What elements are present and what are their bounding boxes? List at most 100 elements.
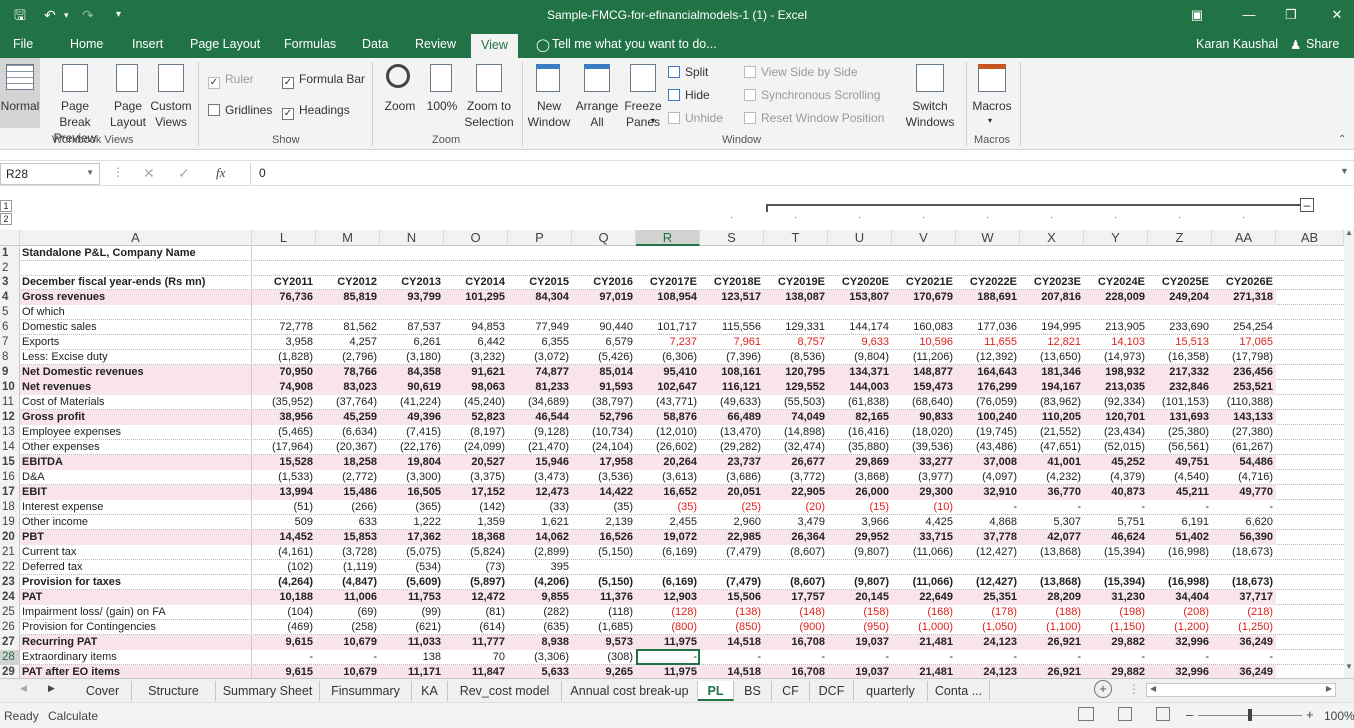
cell[interactable]: 254,254: [1212, 320, 1276, 335]
tab-insert[interactable]: Insert: [132, 37, 163, 51]
cell[interactable]: [700, 560, 764, 575]
cell[interactable]: 17,152: [444, 485, 508, 500]
cell[interactable]: (110,388): [1212, 395, 1276, 410]
cell[interactable]: 233,690: [1148, 320, 1212, 335]
row-label-cell[interactable]: Cost of Materials: [20, 395, 252, 410]
cell[interactable]: 102,647: [636, 380, 700, 395]
cell[interactable]: 32,910: [956, 485, 1020, 500]
cell[interactable]: (16,358): [1148, 350, 1212, 365]
cell[interactable]: 3,966: [828, 515, 892, 530]
cell[interactable]: (83,962): [1020, 395, 1084, 410]
cell[interactable]: 32,996: [1148, 635, 1212, 650]
cell[interactable]: 116,121: [700, 380, 764, 395]
cell[interactable]: 11,655: [956, 335, 1020, 350]
cell[interactable]: 45,252: [1084, 455, 1148, 470]
cell[interactable]: 20,145: [828, 590, 892, 605]
cell[interactable]: (38,797): [572, 395, 636, 410]
cell[interactable]: 5,751: [1084, 515, 1148, 530]
cell[interactable]: -: [252, 650, 316, 665]
cell[interactable]: 11,033: [380, 635, 444, 650]
cell[interactable]: 4,868: [956, 515, 1020, 530]
cell[interactable]: 83,023: [316, 380, 380, 395]
restore-icon[interactable]: ❐: [1276, 4, 1306, 26]
cell[interactable]: (35,952): [252, 395, 316, 410]
row-header[interactable]: 6: [0, 320, 20, 335]
enter-icon[interactable]: ✓: [178, 165, 190, 182]
cell[interactable]: 41,001: [1020, 455, 1084, 470]
cell[interactable]: (7,479): [700, 575, 764, 590]
cell[interactable]: 26,921: [1020, 635, 1084, 650]
headings-checkbox[interactable]: ✓ Headings: [282, 103, 350, 120]
cell[interactable]: (76,059): [956, 395, 1020, 410]
cell[interactable]: (41,224): [380, 395, 444, 410]
row-header[interactable]: 13: [0, 425, 20, 440]
cell[interactable]: 1,222: [380, 515, 444, 530]
cell[interactable]: [636, 560, 700, 575]
row-label-cell[interactable]: Other income: [20, 515, 252, 530]
prev-sheet-icon[interactable]: ◀: [20, 683, 27, 694]
cell[interactable]: (5,075): [380, 545, 444, 560]
tab-split-icon[interactable]: ⋮: [1128, 682, 1140, 696]
share-button[interactable]: Share: [1306, 37, 1339, 51]
cell[interactable]: 14,518: [700, 635, 764, 650]
cell[interactable]: (68,640): [892, 395, 956, 410]
cell[interactable]: (9,804): [828, 350, 892, 365]
cell[interactable]: 22,985: [700, 530, 764, 545]
cell[interactable]: (5,824): [444, 545, 508, 560]
cell[interactable]: 181,346: [1020, 365, 1084, 380]
cell[interactable]: 7,961: [700, 335, 764, 350]
cell[interactable]: (14,973): [1084, 350, 1148, 365]
sheet-tab[interactable]: PL: [698, 681, 734, 701]
cell[interactable]: 148,877: [892, 365, 956, 380]
column-header-L[interactable]: L: [252, 230, 316, 246]
column-header-V[interactable]: V: [892, 230, 956, 246]
cell[interactable]: (8,536): [764, 350, 828, 365]
cell[interactable]: 3,479: [764, 515, 828, 530]
cell[interactable]: (13,470): [700, 425, 764, 440]
cell[interactable]: 13,994: [252, 485, 316, 500]
cell[interactable]: 17,757: [764, 590, 828, 605]
cell[interactable]: CY2014: [444, 275, 508, 290]
cell[interactable]: 164,643: [956, 365, 1020, 380]
cell[interactable]: (6,169): [636, 545, 700, 560]
cell[interactable]: 49,751: [1148, 455, 1212, 470]
cell[interactable]: 2,455: [636, 515, 700, 530]
cell[interactable]: (4,206): [508, 575, 572, 590]
cell[interactable]: (24,099): [444, 440, 508, 455]
cell[interactable]: (19,745): [956, 425, 1020, 440]
cell[interactable]: 29,952: [828, 530, 892, 545]
cell[interactable]: 21,481: [892, 665, 956, 678]
cell[interactable]: (34,689): [508, 395, 572, 410]
cell[interactable]: 11,376: [572, 590, 636, 605]
sheet-tab[interactable]: KA: [412, 681, 448, 701]
cell[interactable]: (3,868): [828, 470, 892, 485]
cell[interactable]: (92,334): [1084, 395, 1148, 410]
cell[interactable]: (365): [380, 500, 444, 515]
cell[interactable]: (4,264): [252, 575, 316, 590]
row-label-cell[interactable]: Impairment loss/ (gain) on FA: [20, 605, 252, 620]
cell[interactable]: (27,380): [1212, 425, 1276, 440]
zoom-in-icon[interactable]: +: [1306, 707, 1314, 722]
cell[interactable]: 15,513: [1148, 335, 1212, 350]
cell[interactable]: CY2018E: [700, 275, 764, 290]
cell[interactable]: CY2026E: [1212, 275, 1276, 290]
row-label-cell[interactable]: [20, 261, 252, 276]
cell[interactable]: (99): [380, 605, 444, 620]
column-header-U[interactable]: U: [828, 230, 892, 246]
cell[interactable]: (258): [316, 620, 380, 635]
cell[interactable]: 85,819: [316, 290, 380, 305]
cell[interactable]: (29,282): [700, 440, 764, 455]
cell[interactable]: 33,715: [892, 530, 956, 545]
cell[interactable]: 56,390: [1212, 530, 1276, 545]
next-sheet-icon[interactable]: ▶: [48, 683, 55, 694]
cell[interactable]: 77,949: [508, 320, 572, 335]
tab-view[interactable]: View: [471, 34, 518, 58]
column-header-Z[interactable]: Z: [1148, 230, 1212, 246]
cell[interactable]: (49,633): [700, 395, 764, 410]
cell[interactable]: 9,573: [572, 635, 636, 650]
cell[interactable]: (32,474): [764, 440, 828, 455]
cell[interactable]: 22,649: [892, 590, 956, 605]
cell[interactable]: -: [1020, 500, 1084, 515]
row-header[interactable]: 2: [0, 261, 20, 276]
row-label-cell[interactable]: Recurring PAT: [20, 635, 252, 650]
